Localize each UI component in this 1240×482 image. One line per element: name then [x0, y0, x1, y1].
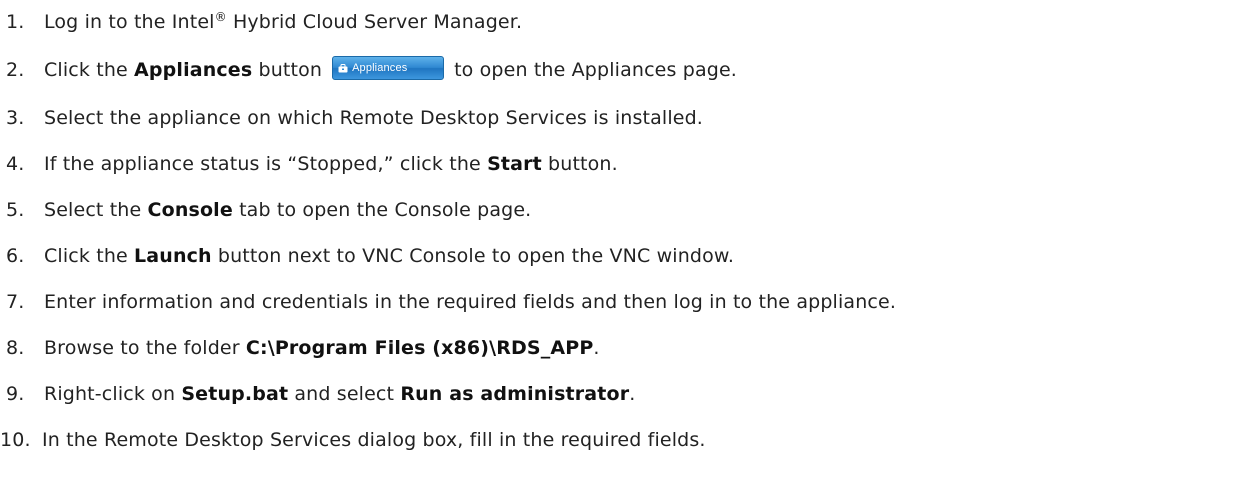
step-text: Right-click on Setup.bat and select Run … [44, 383, 636, 405]
step-10: 10. In the Remote Desktop Services dialo… [0, 423, 706, 457]
step-number: 3. [6, 107, 25, 129]
step-number: 2. [6, 59, 25, 81]
step-number: 1. [6, 11, 25, 33]
appliance-icon [338, 63, 348, 73]
step-text: Select the Console tab to open the Conso… [44, 199, 532, 221]
step-5: 5. Select the Console tab to open the Co… [0, 193, 531, 227]
step-text: Log in to the Intel® Hybrid Cloud Server… [44, 10, 523, 33]
appliances-button-label: Appliances [352, 62, 408, 74]
step-text: Click the Launch button next to VNC Cons… [44, 245, 735, 267]
step-text: Select the appliance on which Remote Des… [44, 107, 703, 129]
step-6: 6. Click the Launch button next to VNC C… [0, 239, 734, 273]
appliances-button[interactable]: Appliances [332, 56, 445, 80]
step-number: 10. [0, 429, 31, 451]
step-3: 3. Select the appliance on which Remote … [0, 101, 703, 135]
step-number: 9. [6, 383, 25, 405]
step-2: 2. Click the Appliances button Appliance… [0, 53, 737, 87]
step-number: 4. [6, 153, 25, 175]
step-text: Browse to the folder C:\Program Files (x… [44, 337, 600, 359]
step-number: 8. [6, 337, 25, 359]
step-text: In the Remote Desktop Services dialog bo… [42, 429, 706, 451]
step-8: 8. Browse to the folder C:\Program Files… [0, 331, 600, 365]
step-text: Click the Appliances button [44, 59, 323, 81]
step-text-continued: to open the Appliances page. [454, 59, 737, 81]
step-1: 1. Log in to the Intel® Hybrid Cloud Ser… [0, 5, 522, 39]
step-7: 7. Enter information and credentials in … [0, 285, 896, 319]
step-4: 4. If the appliance status is “Stopped,”… [0, 147, 618, 181]
step-number: 7. [6, 291, 25, 313]
step-number: 6. [6, 245, 25, 267]
folder-path: C:\Program Files (x86)\RDS_APP [245, 337, 594, 359]
registered-mark: ® [214, 10, 227, 24]
step-9: 9. Right-click on Setup.bat and select R… [0, 377, 635, 411]
step-text: Enter information and credentials in the… [44, 291, 897, 313]
step-number: 5. [6, 199, 25, 221]
step-text: If the appliance status is “Stopped,” cl… [44, 153, 618, 175]
